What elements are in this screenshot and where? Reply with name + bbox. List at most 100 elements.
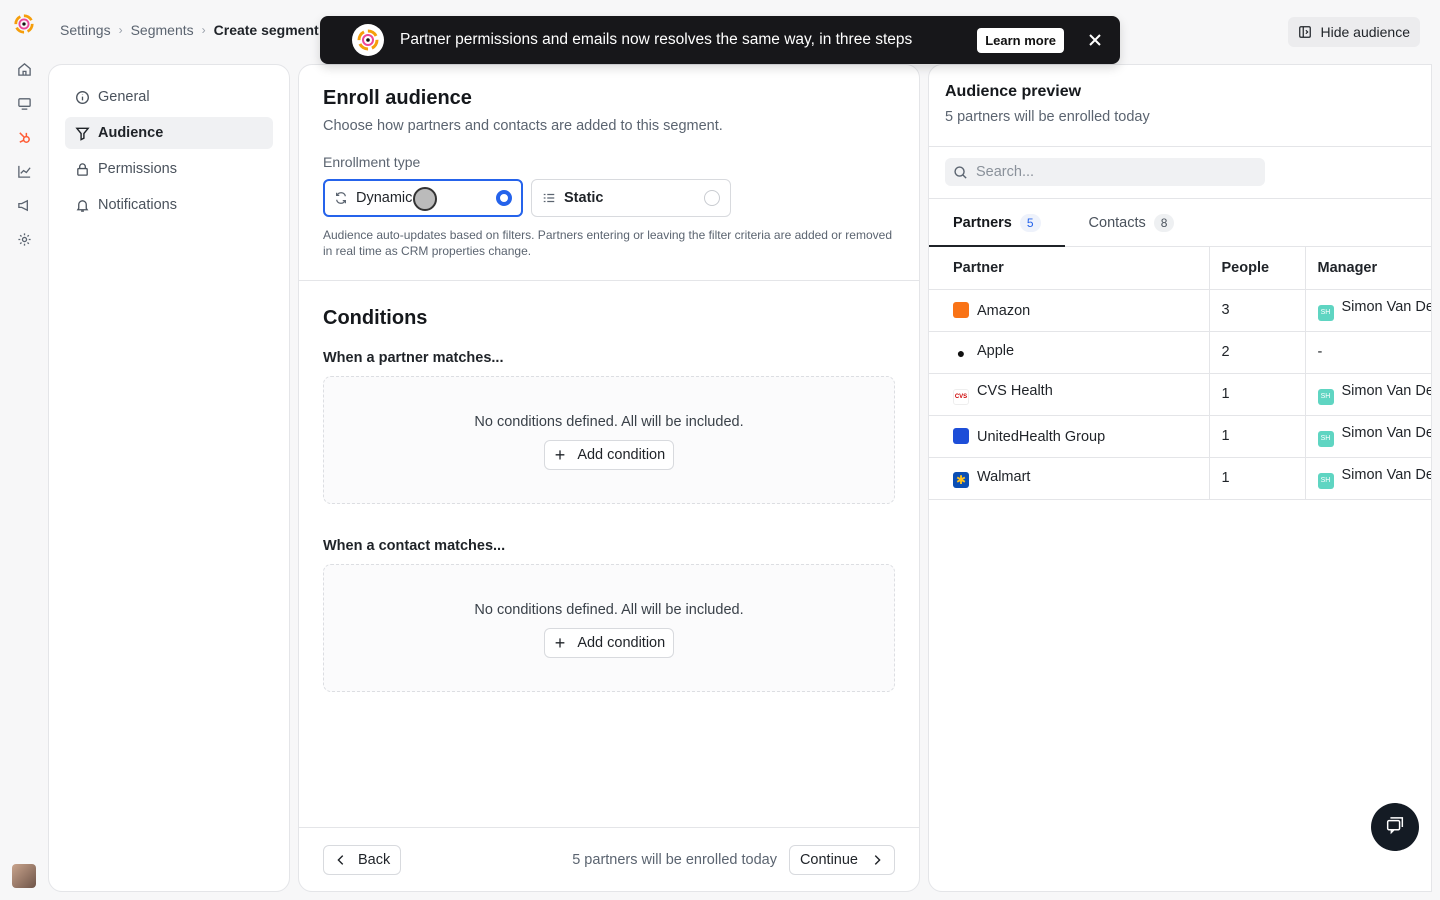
back-button[interactable]: Back [323, 844, 402, 875]
add-partner-condition-button[interactable]: + Add condition [543, 440, 675, 470]
card-footer: Back 5 partners will be enrolled today C… [299, 827, 919, 891]
partner-cell: UnitedHealth Group [929, 415, 1210, 458]
manager-name: Simon Van De [1341, 467, 1432, 483]
bell-icon [76, 199, 89, 212]
chat-button[interactable] [1371, 803, 1419, 851]
add-condition-label: Add condition [577, 447, 666, 463]
enrollment-type-dynamic[interactable]: Dynamic [323, 179, 523, 217]
info-icon [76, 90, 89, 104]
partner-name: Amazon [977, 302, 1031, 319]
nav-item-label: Permissions [98, 161, 177, 177]
chevron-left-icon [337, 854, 344, 865]
partner-name: Apple [977, 343, 1015, 359]
partner-cell: Amazon [929, 289, 1210, 332]
conditions-section: Conditions When a partner matches... No … [299, 281, 919, 692]
table-row[interactable]: Amazon 3 SH Simon Van De [929, 289, 1432, 332]
hubspot-icon[interactable] [12, 125, 36, 149]
manager-cell: SH Simon Van De [1305, 373, 1432, 416]
tab-partners[interactable]: Partners 5 [929, 199, 1065, 247]
page-subtitle: Choose how partners and contacts are add… [323, 118, 723, 134]
chart-icon[interactable] [12, 159, 36, 183]
radio-unselected[interactable] [704, 190, 720, 206]
nav-item-notifications[interactable]: Notifications [65, 189, 273, 221]
manager-cell: SH Simon Van De [1305, 289, 1432, 332]
manager-cell: SH Simon Van De [1305, 415, 1432, 458]
enrollment-type-static[interactable]: Static [531, 179, 731, 217]
preview-tabs: Partners 5 Contacts 8 [929, 199, 1431, 247]
preview-header: Audience preview 5 partners will be enro… [929, 65, 1431, 147]
partner-name: CVS Health [977, 383, 1053, 399]
count-badge: 8 [1153, 213, 1175, 232]
chevron-right-icon: › [201, 23, 206, 37]
preview-title: Audience preview [945, 83, 1082, 100]
refresh-icon [336, 192, 346, 204]
partner-cell: CVS CVS Health [929, 373, 1210, 416]
nav-item-general[interactable]: General [65, 81, 273, 113]
manager-name: Simon Van De [1341, 383, 1432, 399]
continue-button[interactable]: Continue [788, 844, 895, 875]
breadcrumb-segments[interactable]: Segments [131, 22, 194, 38]
column-header-people[interactable]: People [1209, 247, 1306, 290]
continue-label: Continue [799, 851, 858, 868]
manager-avatar: SH [1317, 389, 1334, 405]
people-cell: 2 [1209, 331, 1306, 374]
people-cell: 1 [1209, 457, 1306, 500]
partner-name: Walmart [977, 468, 1031, 485]
unitedhealth-logo-icon [953, 427, 969, 444]
learn-more-button[interactable]: Learn more [977, 27, 1064, 53]
table-row[interactable]: CVS CVS Health 1 SH Simon Van De [929, 373, 1432, 416]
list-icon [543, 193, 555, 203]
settings-nav: General Audience Permissions Notificatio… [48, 64, 290, 892]
nav-item-label: Audience [98, 125, 164, 141]
filter-icon [75, 127, 90, 141]
tab-contacts[interactable]: Contacts 8 [1065, 199, 1199, 246]
cursor-indicator [413, 187, 437, 211]
partner-conditions-box: No conditions defined. All will be inclu… [323, 376, 895, 504]
manager-name: Simon Van De [1341, 425, 1432, 441]
megaphone-icon[interactable] [12, 193, 36, 217]
enrollment-help-text: Audience auto-updates based on filters. … [323, 228, 892, 258]
empty-conditions-text: No conditions defined. All will be inclu… [474, 414, 744, 430]
chevron-right-icon: › [118, 23, 123, 37]
add-condition-label: Add condition [577, 635, 666, 651]
monitor-icon[interactable] [12, 91, 36, 115]
column-header-manager[interactable]: Manager [1305, 247, 1431, 290]
column-header-partner[interactable]: Partner [929, 247, 1210, 290]
add-contact-condition-button[interactable]: + Add condition [543, 628, 675, 658]
breadcrumb-current: Create segment [213, 22, 319, 38]
nav-item-audience[interactable]: Audience [65, 117, 273, 149]
close-icon[interactable] [1086, 31, 1104, 49]
search-row: Search... [929, 147, 1431, 199]
partner-name: UnitedHealth Group [977, 428, 1106, 445]
enrollment-type-group: Dynamic Static [323, 179, 895, 217]
nav-item-permissions[interactable]: Permissions [65, 153, 273, 185]
people-cell: 3 [1209, 289, 1306, 332]
back-label: Back [358, 851, 391, 868]
manager-cell: SH Simon Van De [1305, 457, 1432, 500]
breadcrumb-settings[interactable]: Settings [60, 22, 111, 38]
contact-conditions-heading: When a contact matches... [323, 538, 506, 554]
avatar[interactable] [12, 864, 36, 888]
table-row[interactable]: UnitedHealth Group 1 SH Simon Van De [929, 415, 1432, 458]
breadcrumb: Settings › Segments › Create segment [60, 22, 319, 38]
enroll-card: Enroll audience Choose how partners and … [298, 64, 920, 892]
table-row[interactable]: ● Apple 2 - [929, 331, 1431, 374]
empty-conditions-text: No conditions defined. All will be inclu… [474, 602, 744, 618]
preview-subtitle: 5 partners will be enrolled today [945, 109, 1150, 125]
gear-icon[interactable] [12, 227, 36, 251]
panel-icon [1299, 26, 1312, 38]
people-cell: 1 [1209, 415, 1306, 458]
apple-logo-icon: ● [956, 345, 966, 361]
manager-name: Simon Van De [1341, 299, 1432, 315]
table-row[interactable]: ✱ Walmart 1 SH Simon Van De [929, 457, 1432, 500]
hide-audience-button[interactable]: Hide audience [1288, 17, 1420, 47]
enrollment-type-label: Enrollment type [323, 154, 421, 170]
home-icon[interactable] [12, 57, 36, 81]
search-input[interactable]: Search... [945, 158, 1265, 186]
enrolled-count-text: 5 partners will be enrolled today [572, 851, 777, 868]
chevron-right-icon [874, 854, 881, 865]
tab-label: Partners [953, 214, 1012, 231]
radio-selected[interactable] [496, 190, 512, 206]
amazon-logo-icon [953, 301, 969, 318]
logo-icon[interactable] [12, 12, 36, 36]
